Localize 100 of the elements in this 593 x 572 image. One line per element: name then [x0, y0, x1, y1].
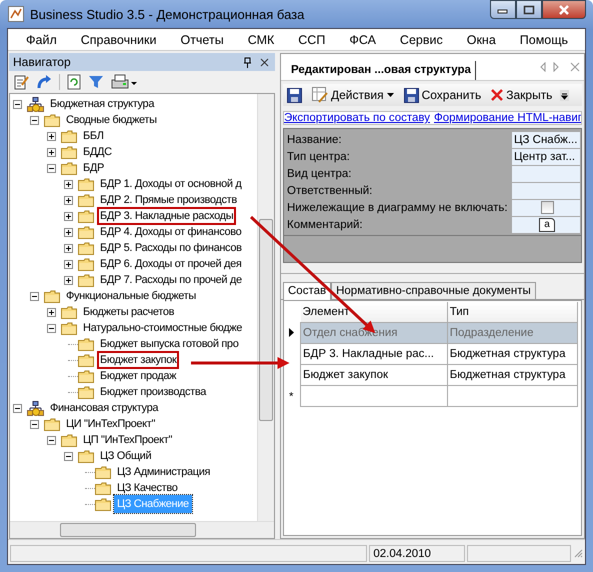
input-field[interactable]: ЦЗ Снабж... [512, 132, 580, 148]
expand-icon[interactable] [64, 180, 73, 188]
folder-icon [61, 161, 77, 175]
tree-item[interactable]: Бюджет продаж [97, 367, 180, 385]
expand-icon[interactable] [64, 212, 73, 220]
menu-item[interactable]: Справочники [68, 32, 168, 46]
input-field[interactable] [512, 166, 580, 182]
menu-item[interactable]: Файл [22, 32, 69, 46]
tree-item[interactable]: Бюджет производства [97, 383, 209, 401]
column-header[interactable]: Тип [447, 302, 578, 322]
horizontal-scrollbar[interactable] [10, 521, 274, 538]
redo-arrow-icon[interactable] [36, 74, 52, 90]
overflow-icon[interactable] [560, 90, 570, 100]
collapse-icon[interactable] [30, 116, 39, 124]
tree-item[interactable]: Функциональные бюджеты [63, 287, 199, 305]
vertical-scrollbar[interactable] [257, 94, 274, 521]
field-label: Нижележащие в диаграмму не включать: [287, 202, 509, 214]
menu-item[interactable]: ССП [286, 32, 338, 46]
expand-icon[interactable] [64, 196, 73, 204]
save-button[interactable]: Сохранить [402, 88, 486, 102]
tree-item[interactable]: ЦИ "ИнТехПроект" [63, 415, 158, 433]
actions-menu-button[interactable]: Действия [310, 87, 398, 103]
input-field[interactable] [512, 182, 580, 198]
tree-item[interactable]: БДР 6. Доходы от прочей дея [97, 255, 245, 273]
expand-icon[interactable] [64, 276, 73, 284]
tree-item[interactable]: БДДС [80, 143, 115, 161]
tree-item[interactable]: ЦП "ИнТехПроект" [80, 431, 176, 449]
expand-icon[interactable] [47, 132, 56, 140]
checkbox[interactable] [540, 201, 554, 214]
tree-item[interactable]: БДР 7. Расходы по прочей де [97, 271, 245, 289]
tree-item[interactable]: Бюджетная структура [47, 95, 158, 113]
tab[interactable]: Нормативно-справочные документы [331, 282, 536, 299]
pin-icon[interactable] [243, 56, 252, 68]
collapse-icon[interactable] [47, 436, 56, 444]
minimize-button[interactable] [490, 0, 516, 19]
maximize-button[interactable] [516, 0, 542, 19]
tab[interactable]: Состав [283, 282, 332, 300]
tree-item[interactable]: Сводные бюджеты [63, 111, 160, 129]
column-header[interactable]: Элемент [300, 302, 448, 322]
close-button[interactable]: Закрыть [489, 88, 556, 102]
collapse-icon[interactable] [13, 100, 22, 108]
collapse-icon[interactable] [47, 164, 56, 172]
collapse-icon[interactable] [64, 452, 73, 460]
edit-icon[interactable] [13, 74, 29, 90]
folder-icon [44, 417, 60, 431]
org-chart-icon [27, 400, 44, 416]
caret-icon [386, 93, 394, 97]
tree-item[interactable]: ЦЗ Администрация [114, 463, 214, 481]
expand-icon[interactable] [47, 308, 56, 316]
tab-navigation-icon[interactable] [540, 62, 580, 72]
folder-icon [78, 209, 94, 223]
tree-item[interactable]: БДР 2. Прямые производств [97, 191, 240, 209]
tree-item[interactable]: Бюджеты расчетов [80, 303, 178, 321]
menu-item[interactable]: ФСА [337, 32, 388, 46]
tree-item[interactable]: Финансовая структура [47, 399, 162, 417]
refresh-icon[interactable] [67, 74, 81, 90]
expand-icon[interactable] [47, 148, 56, 156]
tree-item[interactable]: Бюджет закупок [97, 351, 180, 369]
close-icon[interactable] [260, 58, 269, 66]
tree-item[interactable]: Бюджет выпуска готовой про [97, 335, 242, 353]
status-date: 02.04.2010 [369, 544, 466, 562]
folder-icon [44, 113, 60, 127]
resize-grip-icon[interactable] [573, 548, 584, 558]
tree-item[interactable]: ББЛ [80, 127, 107, 145]
collapse-icon[interactable] [30, 292, 39, 300]
folder-icon [78, 225, 94, 239]
menu-item[interactable]: Сервис [388, 32, 455, 46]
menu-item[interactable]: СМК [236, 32, 286, 46]
app-icon [8, 6, 24, 22]
collapse-icon[interactable] [47, 324, 56, 332]
grid-pencil-icon [312, 87, 328, 103]
field-label: Вид центра: [287, 168, 352, 180]
tree-item[interactable]: ЦЗ Качество [114, 479, 180, 497]
expand-icon[interactable] [64, 244, 73, 252]
expand-icon[interactable] [64, 228, 73, 236]
expand-icon[interactable] [64, 260, 73, 268]
collapse-icon[interactable] [13, 404, 22, 412]
menu-item[interactable]: Помощь [508, 32, 580, 46]
tree-item[interactable]: БДР 4. Доходы от финансово [97, 223, 244, 241]
tree-item[interactable]: БДР 3. Накладные расходы [97, 207, 236, 225]
tree-item[interactable]: БДР 1. Доходы от основной д [97, 175, 244, 193]
collapse-icon[interactable] [30, 420, 39, 428]
folder-icon [78, 257, 94, 271]
tree-item[interactable]: БДР 5. Расходы по финансов [97, 239, 245, 257]
printer-icon[interactable] [111, 74, 137, 90]
input-field[interactable]: Центр зат... [512, 148, 580, 164]
tree-item[interactable]: БДР [80, 159, 107, 177]
link[interactable]: Экспортировать по составу [284, 112, 430, 124]
tree-item[interactable]: Натурально-стоимостные бюдже [80, 319, 246, 337]
close-button[interactable] [542, 0, 586, 19]
menu-item[interactable]: Отчеты [168, 32, 236, 46]
comment-button[interactable]: a [539, 218, 555, 232]
window-title: Business Studio 3.5 - Демонстрационная база [30, 6, 306, 22]
menu-item[interactable]: Окна [454, 32, 508, 46]
folder-icon [78, 337, 94, 351]
filter-icon[interactable] [88, 74, 104, 90]
field-label: Тип центра: [287, 150, 351, 162]
tree-item[interactable]: ЦЗ Общий [97, 447, 154, 465]
folder-icon [95, 465, 111, 479]
folder-icon [78, 241, 94, 255]
